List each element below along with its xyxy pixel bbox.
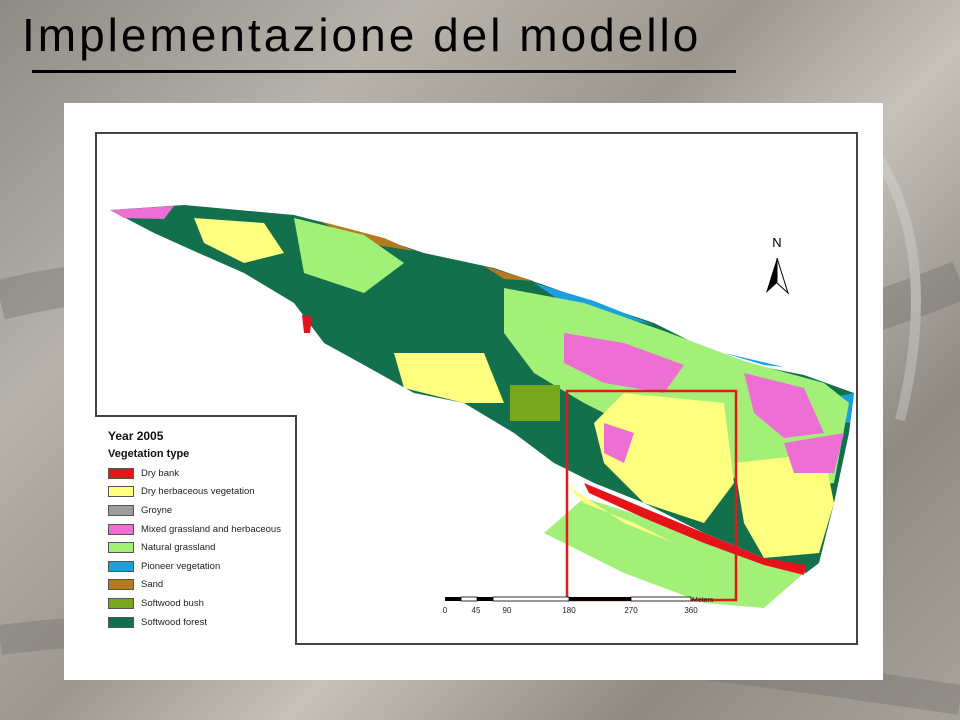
map-figure: N Meters 0 45 90 180 270 360 Year 2005 V… [64, 103, 883, 680]
legend-label: Dry herbaceous vegetation [141, 486, 255, 498]
scale-tick-5: 360 [684, 606, 698, 615]
legend-swatch [108, 542, 134, 554]
scale-tick-1: 45 [472, 606, 481, 615]
legend-item: Groyne [108, 501, 295, 520]
legend-label: Sand [141, 579, 164, 591]
legend-swatch [108, 486, 134, 498]
legend-swatch [108, 560, 134, 572]
scale-tick-0: 0 [443, 606, 448, 615]
legend-item: Pioneer vegetation [108, 557, 295, 576]
legend-swatch [108, 467, 134, 479]
legend-label: Groyne [141, 504, 173, 516]
scale-tick-3: 180 [562, 606, 576, 615]
legend-item: Natural grassland [108, 538, 295, 557]
legend-heading: Vegetation type [108, 448, 190, 460]
title-underline [32, 70, 736, 73]
legend-year: Year 2005 [108, 429, 164, 443]
scale-tick-2: 90 [503, 606, 512, 615]
scale-unit: Meters [692, 597, 714, 604]
legend-swatch [108, 597, 134, 609]
legend-swatch [108, 579, 134, 591]
legend-swatch [108, 616, 134, 628]
scale-bar [445, 596, 692, 602]
legend-label: Pioneer vegetation [141, 560, 221, 572]
slide-title: Implementazione del modello [22, 9, 702, 61]
legend-label: Softwood bush [141, 597, 204, 609]
legend-item: Dry bank [108, 464, 295, 483]
map-legend: Year 2005 Vegetation type Dry bank Dry he… [95, 415, 297, 645]
legend-item: Softwood forest [108, 613, 295, 632]
map-area-softwood-bush [510, 385, 560, 421]
legend-item: Dry herbaceous vegetation [108, 483, 295, 502]
legend-swatch [108, 504, 134, 516]
legend-item: Softwood bush [108, 594, 295, 613]
map-area-dry-bank-2 [302, 315, 312, 333]
legend-item: Mixed grassland and herbaceous [108, 520, 295, 539]
north-arrow-icon [766, 257, 790, 295]
legend-item: Sand [108, 576, 295, 595]
legend-swatch [108, 523, 134, 535]
legend-label: Natural grassland [141, 542, 216, 554]
legend-label: Softwood forest [141, 616, 208, 628]
north-label: N [772, 235, 781, 250]
legend-label: Mixed grassland and herbaceous [141, 523, 281, 535]
scale-tick-4: 270 [624, 606, 638, 615]
legend-label: Dry bank [141, 467, 180, 479]
